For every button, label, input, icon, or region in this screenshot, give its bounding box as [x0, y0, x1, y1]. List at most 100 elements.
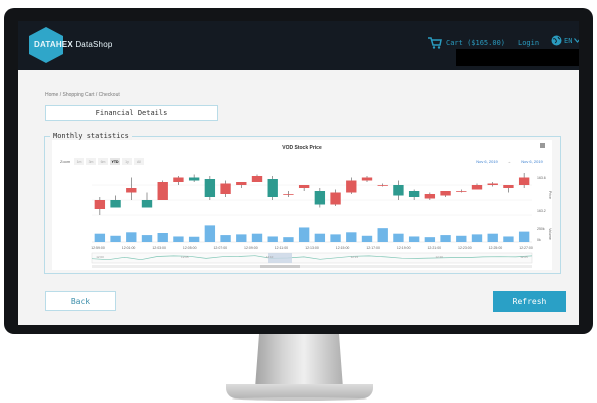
- date-range-to: Nov 6, 2019: [521, 159, 543, 164]
- navigator-label: 12:15: [351, 255, 359, 259]
- x-axis-label: 12:03:00: [152, 246, 166, 250]
- range-selector-label: Zoom: [60, 159, 71, 164]
- logo-text[interactable]: DATAHEX DataShop: [34, 40, 113, 49]
- app-header: DATAHEX DataShop Cart ($165.00) Login EN: [18, 21, 579, 70]
- navigator-label: 12:05: [181, 255, 189, 259]
- cart-icon: [428, 37, 442, 49]
- language-code: EN: [564, 36, 573, 45]
- volume-bar: [157, 233, 168, 242]
- candle-body: [393, 185, 404, 196]
- x-axis-label: 12:01:00: [122, 246, 136, 250]
- volume-bar: [267, 236, 278, 242]
- monitor-frame: DATAHEX DataShop Cart ($165.00) Login EN: [4, 8, 593, 334]
- price-axis-label-low: 163.2: [537, 209, 546, 213]
- chart-menu-icon: [540, 143, 545, 148]
- volume-bar: [220, 235, 231, 242]
- volume-axis-label-high: 250k: [537, 227, 545, 231]
- login-link[interactable]: Login: [518, 39, 539, 47]
- candle-body: [377, 185, 388, 186]
- monitor-stand-shadow: [232, 397, 367, 401]
- volume-bar: [456, 235, 467, 242]
- x-axis-label: 12:23:00: [458, 246, 472, 250]
- section-title: Financial Details: [95, 109, 168, 117]
- volume-bar: [251, 233, 263, 242]
- range-option-6m: 6m: [101, 160, 106, 164]
- x-axis-label: 12:05:00: [183, 246, 197, 250]
- stock-chart-svg[interactable]: VOD Stock Price Zoom 1m 3m 6m YTD 1y All Nov 6, …: [52, 140, 552, 270]
- monitor-stand-neck: [255, 334, 343, 388]
- date-range-separator: →: [507, 159, 511, 164]
- volume-bar: [518, 231, 530, 242]
- candle-body: [298, 185, 310, 188]
- stock-chart[interactable]: VOD Stock Price Zoom 1m 3m 6m YTD 1y All Nov 6, …: [52, 140, 552, 270]
- volume-bar: [173, 236, 184, 242]
- candle-body: [487, 183, 498, 185]
- range-option-ytd: YTD: [112, 160, 119, 164]
- volume-bar: [487, 233, 498, 242]
- candle-body: [456, 191, 467, 192]
- candle-body: [251, 176, 263, 182]
- volume-bar: [283, 237, 294, 242]
- logo-shop: DataShop: [75, 40, 113, 49]
- volume-bar: [424, 237, 436, 242]
- candle-body: [220, 183, 231, 194]
- volume-bar: [110, 235, 121, 242]
- breadcrumb[interactable]: Home / Shopping Cart / Checkout: [45, 92, 120, 98]
- candle-body: [188, 177, 200, 181]
- x-axis-label: 12:27:00: [519, 246, 533, 250]
- volume-bar: [503, 236, 514, 242]
- volume-bar: [471, 234, 483, 242]
- chart-title: VOD Stock Price: [282, 145, 322, 151]
- range-option-1y: 1y: [125, 160, 129, 164]
- section-title-box: Financial Details: [45, 105, 218, 121]
- candle-body: [471, 185, 483, 190]
- logo-brand: DATAHEX: [34, 40, 73, 49]
- x-axis-label: 12:21:00: [427, 246, 441, 250]
- volume-bar: [236, 234, 247, 242]
- x-axis-label: 12:13:00: [305, 246, 319, 250]
- cart-total: Cart ($165.00): [446, 39, 506, 47]
- navigator-label: 12:00: [96, 255, 104, 259]
- candle-body: [424, 194, 436, 199]
- candle-body: [518, 177, 530, 185]
- range-option-3m: 3m: [89, 160, 94, 164]
- volume-bar: [126, 232, 137, 242]
- range-option-1m: 1m: [77, 160, 82, 164]
- volume-axis-label-low: 0k: [537, 238, 541, 242]
- back-button[interactable]: Back: [45, 291, 116, 311]
- volume-bar: [346, 232, 357, 242]
- volume-bar: [188, 236, 200, 242]
- volume-bar: [330, 234, 341, 242]
- candle-body: [157, 182, 168, 200]
- x-axis-label: 12:07:00: [213, 246, 227, 250]
- volume-bar: [408, 236, 420, 242]
- price-axis-label-high: 163.6: [537, 176, 546, 180]
- navigator-label: 12:10: [266, 255, 274, 259]
- volume-bar: [314, 233, 326, 242]
- candle-body: [314, 191, 326, 205]
- x-axis-label: 12:25:00: [489, 246, 503, 250]
- redacted-area: [456, 49, 579, 66]
- x-axis-label: 12:09:00: [244, 246, 258, 250]
- candle-body: [110, 200, 121, 208]
- refresh-button[interactable]: Refresh: [493, 291, 566, 312]
- candle-body: [173, 177, 184, 182]
- candle-body: [361, 177, 373, 181]
- candle-body: [503, 185, 514, 188]
- navigator-label: 12:20: [435, 255, 443, 259]
- screen: DATAHEX DataShop Cart ($165.00) Login EN: [18, 21, 579, 325]
- chevron-down-icon: [574, 38, 579, 43]
- price-axis-title: Price: [548, 191, 552, 199]
- monitor-stand-base: [226, 384, 373, 398]
- candle-body: [94, 200, 106, 209]
- cart-link[interactable]: Cart ($165.00): [428, 37, 505, 49]
- candle-body: [126, 188, 137, 193]
- candle-body: [283, 194, 294, 195]
- language-selector[interactable]: EN: [551, 35, 579, 46]
- navigator-label: 12:25: [520, 255, 528, 259]
- x-axis-label: 12:17:00: [366, 246, 380, 250]
- x-axis-label: 12:59:00: [91, 246, 105, 250]
- x-axis-label: 12:15:00: [336, 246, 350, 250]
- volume-bar: [393, 233, 404, 242]
- x-axis-label: 12:19:00: [397, 246, 411, 250]
